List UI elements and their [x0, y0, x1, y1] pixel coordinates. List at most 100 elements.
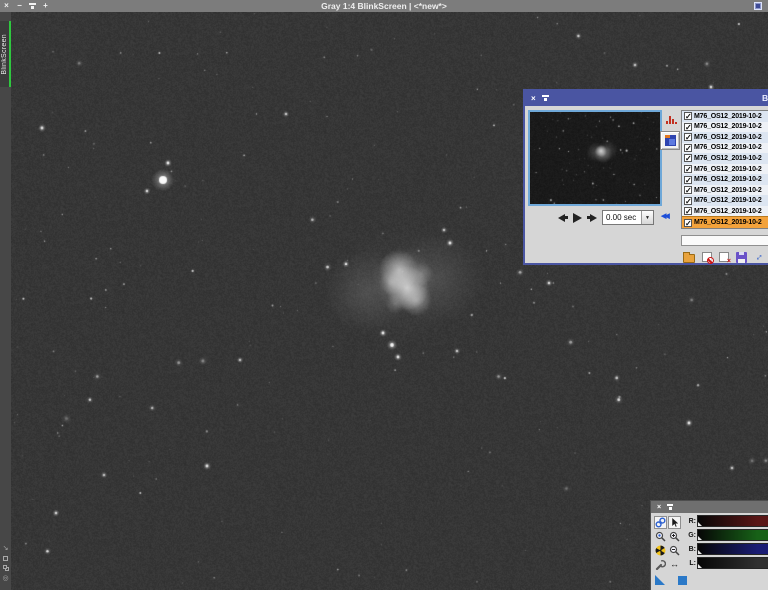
zoom-out-button[interactable] — [668, 544, 681, 557]
edit-mode-button[interactable] — [668, 516, 681, 529]
sidebar-tools: ↘ ◎ — [0, 545, 11, 582]
autostretch-button[interactable] — [654, 544, 667, 557]
blink-file-row[interactable]: ✓ M76_OS12_2019-10-2 — [682, 205, 768, 217]
stf-channel-row: L: — [685, 557, 768, 569]
collapse-arrows-icon[interactable]: ◀◀ — [661, 212, 670, 220]
window-titlebar[interactable]: × − + Gray 1:4 BlinkScreen | <*new*> — [0, 0, 768, 12]
stf-channel-list: R: G: B: L: — [685, 515, 768, 571]
file-checkbox[interactable]: ✓ — [684, 122, 692, 131]
file-checkbox[interactable]: ✓ — [684, 196, 692, 205]
previous-frame-button[interactable] — [558, 213, 568, 222]
histogram-icon — [665, 121, 668, 124]
radiation-icon — [655, 545, 666, 556]
file-label: M76_OS12_2019-10-2 — [694, 144, 762, 152]
file-label: M76_OS12_2019-10-2 — [694, 165, 762, 173]
file-label: M76_OS12_2019-10-2 — [694, 133, 762, 141]
stf-channel-label: L: — [689, 559, 696, 567]
file-checkbox[interactable]: ✓ — [684, 207, 692, 216]
stf-channel-bar[interactable] — [697, 543, 768, 555]
view-tab-label: BlinkScreen — [1, 33, 8, 75]
save-button floppy-icon[interactable] — [736, 251, 747, 263]
screen-icon — [664, 135, 676, 146]
link-rgb-button[interactable] — [654, 516, 667, 529]
blink-file-row[interactable]: ✓ M76_OS12_2019-10-2 — [682, 163, 768, 175]
file-checkbox[interactable]: ✓ — [684, 165, 692, 174]
file-checkbox[interactable]: ✓ — [684, 175, 692, 184]
file-checkbox[interactable]: ✓ — [684, 218, 692, 227]
file-checkbox[interactable]: ✓ — [684, 133, 692, 142]
delay-combobox[interactable]: 0.00 sec ▼ — [602, 210, 654, 225]
stf-channel-label: B: — [688, 545, 696, 553]
chevron-down-icon: ▼ — [645, 214, 650, 221]
blink-file-row[interactable]: ✓ M76_OS12_2019-10-2 — [682, 174, 768, 185]
stf-channel-label: R: — [688, 517, 696, 525]
blink-file-row[interactable]: ✓ M76_OS12_2019-10-2 — [682, 184, 768, 196]
histogram-button[interactable] — [663, 113, 679, 126]
stf-channel-row: B: — [685, 543, 768, 555]
blink-panel-title: Blink — [762, 93, 768, 103]
file-checkbox[interactable]: ✓ — [684, 154, 692, 163]
blink-panel-titlebar[interactable]: × Blink — [525, 91, 768, 106]
pan-button[interactable]: ↔ — [668, 558, 681, 571]
screen-stretch-button[interactable] — [660, 131, 680, 150]
file-label: M76_OS12_2019-10-2 — [694, 176, 762, 184]
file-label: M76_OS12_2019-10-2 — [694, 123, 762, 131]
h-arrow-icon: ↔ — [670, 559, 679, 569]
blink-preview-image — [530, 112, 660, 204]
target-icon[interactable]: ◎ — [2, 575, 8, 582]
shade-icon[interactable] — [541, 95, 549, 103]
blink-file-row[interactable]: ✓ M76_OS12_2019-10-2 — [682, 216, 768, 228]
dropdown-button[interactable]: ▼ — [641, 211, 653, 224]
view-tab-blinkscreen[interactable]: BlinkScreen — [0, 21, 11, 87]
stf-channel-bar[interactable] — [697, 529, 768, 541]
blink-file-row[interactable]: ✓ M76_OS12_2019-10-2 — [682, 121, 768, 133]
file-checkbox[interactable]: ✓ — [684, 186, 692, 195]
blink-status-field[interactable] — [681, 235, 768, 246]
crop-move-button[interactable]: ↔ — [751, 249, 766, 264]
stf-channel-label: G: — [688, 531, 696, 539]
highlights-clip-indicator[interactable] — [678, 576, 687, 585]
blink-preview[interactable] — [528, 110, 662, 206]
zoom-in-button[interactable] — [668, 530, 681, 543]
zoom-track-button[interactable] — [654, 530, 667, 543]
cursor-icon — [671, 517, 680, 528]
file-checkbox[interactable]: ✓ — [684, 143, 692, 152]
close-x-icon: × — [726, 258, 731, 265]
blink-file-row[interactable]: ✓ M76_OS12_2019-10-2 — [682, 195, 768, 206]
blink-panel: × Blink 0.00 sec ▼ ◀◀ ✓M76_OS12_2019- — [523, 89, 768, 265]
file-label: M76_OS12_2019-10-2 — [694, 207, 762, 215]
stf-panel-titlebar[interactable]: × — [651, 501, 768, 513]
shade-icon[interactable] — [667, 504, 674, 511]
file-label: M76_OS12_2019-10-2 — [694, 112, 762, 120]
blink-file-row[interactable]: ✓ M76_OS12_2019-10-2 — [682, 132, 768, 143]
blink-transport-controls: 0.00 sec ▼ — [558, 210, 654, 225]
blink-file-row[interactable]: ✓ M76_OS12_2019-10-2 — [682, 111, 768, 122]
open-files-button folder-icon[interactable] — [683, 252, 695, 263]
pixinsight-window: × − + Gray 1:4 BlinkScreen | <*new*> Bli… — [0, 0, 768, 590]
stf-toolbar: ↔ — [654, 516, 681, 571]
setup-button[interactable] — [654, 558, 667, 571]
blink-file-row[interactable]: ✓ M76_OS12_2019-10-2 — [682, 142, 768, 154]
next-frame-button[interactable] — [587, 213, 597, 222]
no-entry-icon — [707, 257, 714, 264]
stf-channel-row: G: — [685, 529, 768, 541]
stf-channel-bar[interactable] — [697, 557, 768, 569]
window-mode-icon[interactable] — [754, 2, 762, 10]
blink-file-list[interactable]: ✓ M76_OS12_2019-10-2 ✓ M76_OS12_2019-10-2 ✓ M… — [681, 110, 768, 229]
magnifier-dot-icon — [655, 531, 666, 542]
shadows-clip-indicator[interactable] — [655, 575, 665, 585]
close-selected-button[interactable] — [702, 252, 714, 264]
stf-channel-row: R: — [685, 515, 768, 527]
copy-view-icon[interactable] — [2, 565, 7, 569]
play-button[interactable] — [573, 212, 582, 223]
close-icon[interactable]: × — [531, 94, 536, 103]
close-icon[interactable]: × — [657, 504, 661, 511]
selection-frame-icon[interactable] — [3, 556, 8, 561]
corner-arrow-icon[interactable]: ↘ — [3, 545, 9, 552]
blink-file-row[interactable]: ✓ M76_OS12_2019-10-2 — [682, 153, 768, 164]
close-all-button[interactable]: × — [719, 252, 731, 265]
file-checkbox[interactable]: ✓ — [684, 112, 692, 121]
file-label: M76_OS12_2019-10-2 — [694, 154, 762, 162]
file-label: M76_OS12_2019-10-2 — [694, 186, 762, 194]
stf-channel-bar[interactable] — [697, 515, 768, 527]
